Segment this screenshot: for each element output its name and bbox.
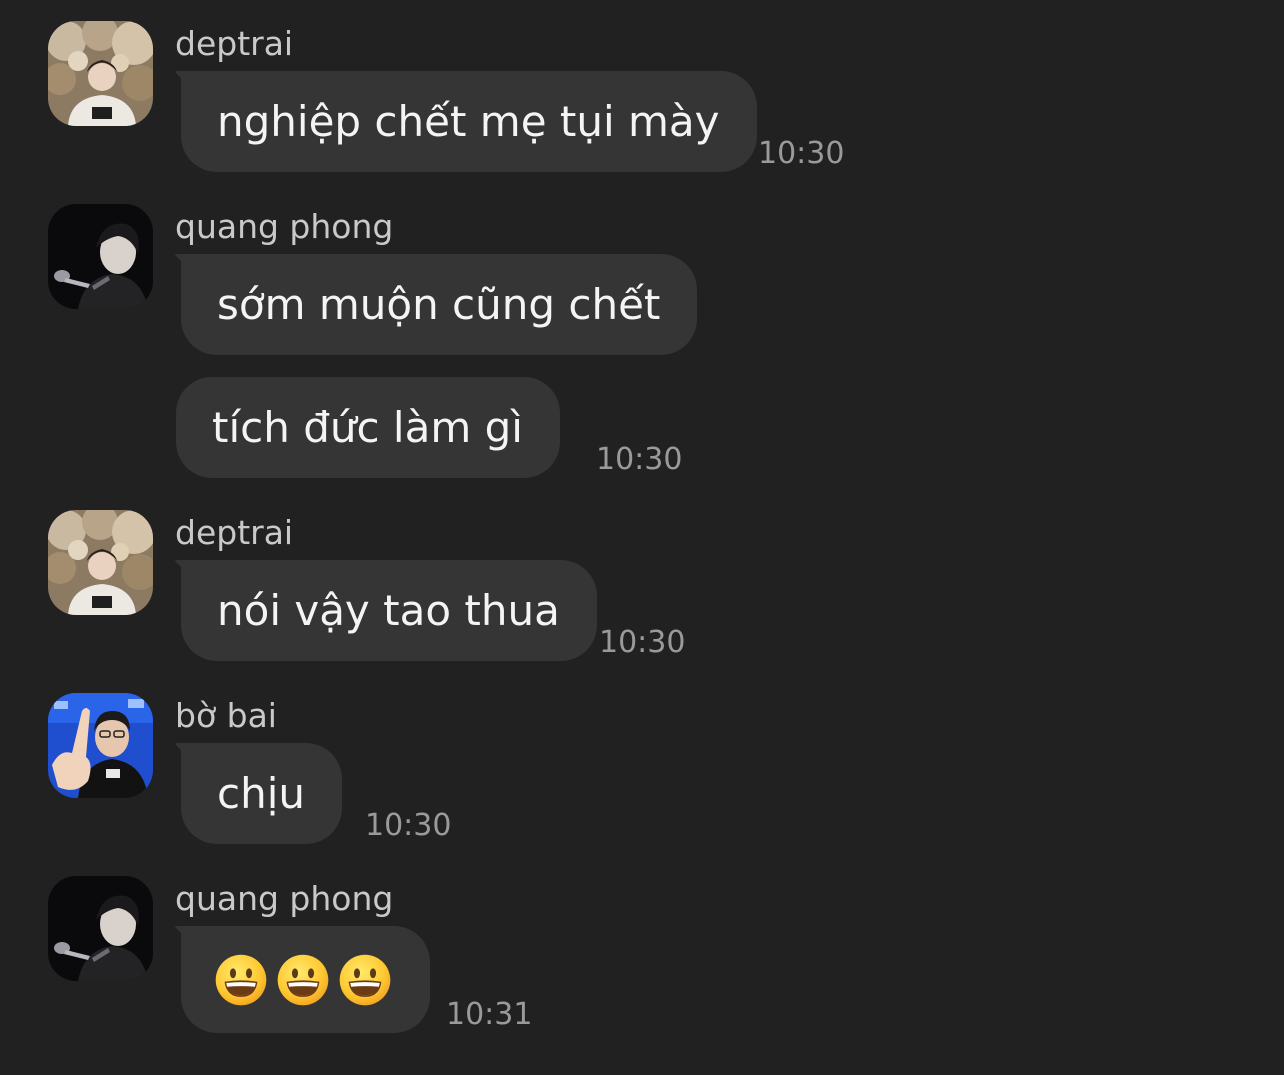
emoji-message-bubble[interactable]	[181, 926, 430, 1033]
message-timestamp: 10:30	[365, 808, 452, 843]
quang-phong-avatar[interactable]	[48, 876, 153, 981]
message-timestamp: 10:30	[599, 625, 686, 660]
message-timestamp: 10:30	[758, 136, 845, 171]
deptrai-avatar[interactable]	[48, 510, 153, 615]
grinning-face-icon	[276, 953, 330, 1007]
sender-name: bờ bai	[175, 696, 277, 735]
sender-name: quang phong	[175, 879, 394, 918]
quang-phong-avatar[interactable]	[48, 204, 153, 309]
sender-name: quang phong	[175, 207, 394, 246]
message-bubble[interactable]: sớm muộn cũng chết	[181, 254, 698, 355]
message-timestamp: 10:31	[446, 997, 533, 1032]
grinning-face-icon	[214, 953, 268, 1007]
message-bubble[interactable]: chịu	[181, 743, 342, 844]
message-bubble[interactable]: tích đức làm gì	[176, 377, 560, 478]
grinning-face-icon	[338, 953, 392, 1007]
deptrai-avatar[interactable]	[48, 21, 153, 126]
message-bubble[interactable]: nghiệp chết mẹ tụi mày	[181, 71, 757, 172]
message-bubble[interactable]: nói vậy tao thua	[181, 560, 597, 661]
sender-name: deptrai	[175, 24, 294, 63]
sender-name: deptrai	[175, 513, 294, 552]
message-timestamp: 10:30	[596, 442, 683, 477]
bo-bai-avatar[interactable]	[48, 693, 153, 798]
